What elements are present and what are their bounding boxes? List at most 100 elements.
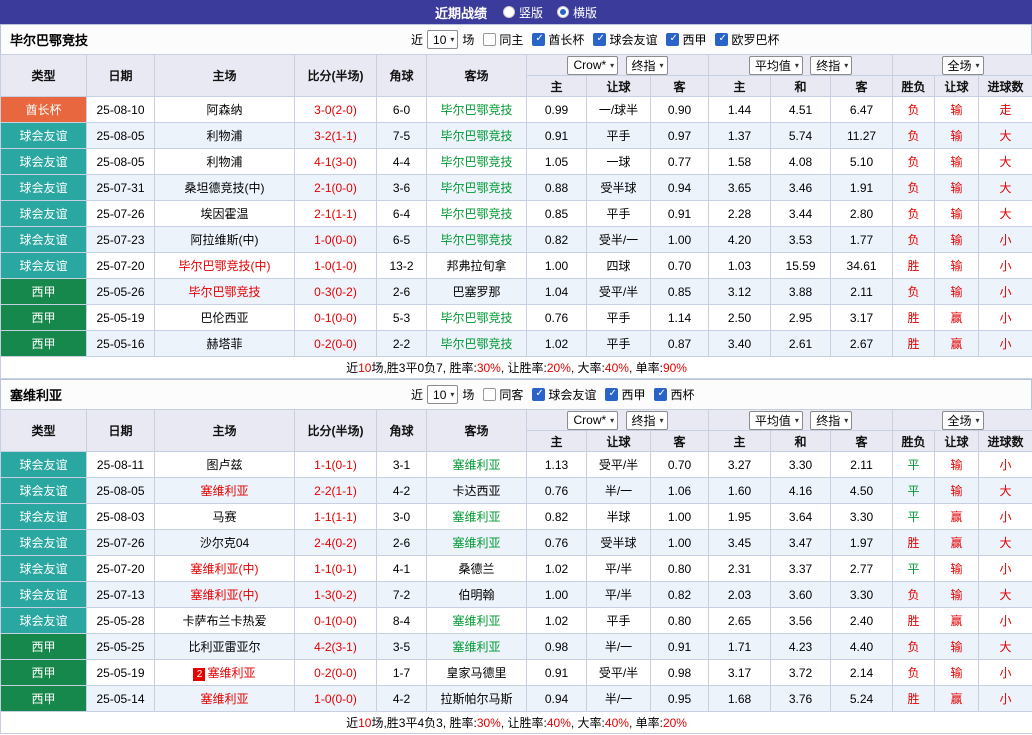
filter-checkbox[interactable]: 西杯 xyxy=(654,386,694,403)
home-team-cell: 阿拉维斯(中) xyxy=(155,227,295,253)
avg-draw-cell: 5.74 xyxy=(771,123,831,149)
odds-company-select[interactable]: Crow*▾ xyxy=(567,411,618,430)
away-team[interactable]: 桑德兰 xyxy=(458,562,494,576)
checkbox-icon xyxy=(483,388,496,401)
avg-period-select[interactable]: 终指▾ xyxy=(810,56,852,75)
avg-type-select[interactable]: 平均值▾ xyxy=(749,411,803,430)
avg-type-select[interactable]: 平均值▾ xyxy=(749,56,803,75)
filter-checkbox-label: 西甲 xyxy=(682,31,706,48)
away-team[interactable]: 毕尔巴鄂竞技 xyxy=(440,129,512,143)
filter-checkbox[interactable]: 同客 xyxy=(483,386,523,403)
result-handicap-cell: 输 xyxy=(935,660,979,686)
away-team[interactable]: 毕尔巴鄂竞技 xyxy=(440,103,512,117)
away-team-cell: 塞维利亚 xyxy=(427,634,527,660)
away-team[interactable]: 毕尔巴鄂竞技 xyxy=(440,311,512,325)
away-team[interactable]: 毕尔巴鄂竞技 xyxy=(440,233,512,247)
filter-checkbox[interactable]: 球会友谊 xyxy=(532,386,596,403)
result-goals-cell: 大 xyxy=(979,175,1032,201)
match-count-select[interactable]: 10▾ xyxy=(427,385,458,404)
avg-away-cell: 1.97 xyxy=(831,530,893,556)
home-team[interactable]: 阿拉维斯(中) xyxy=(191,233,259,247)
home-team[interactable]: 赫塔菲 xyxy=(206,337,242,351)
home-team[interactable]: 桑坦德竞技(中) xyxy=(185,181,265,195)
layout-radio[interactable]: 竖版 xyxy=(503,4,543,21)
filter-checkbox[interactable]: 西甲 xyxy=(666,31,706,48)
type-badge: 球会友谊 xyxy=(1,530,87,556)
result-handicap-cell: 输 xyxy=(935,123,979,149)
layout-radio[interactable]: 横版 xyxy=(557,4,597,21)
odds-company-select[interactable]: Crow*▾ xyxy=(567,56,618,75)
col-home: 主场 xyxy=(155,55,295,97)
match-row: 球会友谊25-07-20毕尔巴鄂竞技(中)1-0(1-0)13-2邦弗拉旬拿1.… xyxy=(1,253,1032,279)
away-team[interactable]: 拉斯帕尔马斯 xyxy=(440,692,512,706)
match-row: 西甲25-05-14塞维利亚1-0(0-0)4-2拉斯帕尔马斯0.94半/一0.… xyxy=(1,686,1032,712)
corner-cell: 2-2 xyxy=(377,331,427,357)
home-team[interactable]: 塞维利亚(中) xyxy=(191,562,259,576)
home-team[interactable]: 利物浦 xyxy=(206,129,242,143)
match-row: 球会友谊25-08-03马赛1-1(1-1)3-0塞维利亚0.82半球1.001… xyxy=(1,504,1032,530)
away-team[interactable]: 毕尔巴鄂竞技 xyxy=(440,207,512,221)
result-goals-cell: 小 xyxy=(979,331,1032,357)
scope-select[interactable]: 全场▾ xyxy=(942,56,984,75)
home-team[interactable]: 毕尔巴鄂竞技 xyxy=(188,285,260,299)
home-team[interactable]: 利物浦 xyxy=(206,155,242,169)
filter-checkbox[interactable]: 西甲 xyxy=(605,386,645,403)
scope-select[interactable]: 全场▾ xyxy=(942,411,984,430)
odds-company-value: Crow* xyxy=(573,413,606,427)
away-team[interactable]: 塞维利亚 xyxy=(452,614,500,628)
filter-checkbox[interactable]: 球会友谊 xyxy=(593,31,657,48)
home-team[interactable]: 塞维利亚(中) xyxy=(191,588,259,602)
odds-home-cell: 1.05 xyxy=(527,149,587,175)
col-avg-away: 客 xyxy=(831,76,893,97)
radio-icon xyxy=(503,6,515,18)
away-team[interactable]: 巴塞罗那 xyxy=(452,285,500,299)
odds-period-select[interactable]: 终指▾ xyxy=(626,411,668,430)
avg-draw-cell: 3.47 xyxy=(771,530,831,556)
avg-home-cell: 1.37 xyxy=(709,123,771,149)
date-cell: 25-07-23 xyxy=(87,227,155,253)
home-team[interactable]: 埃因霍温 xyxy=(200,207,248,221)
away-team[interactable]: 塞维利亚 xyxy=(452,458,500,472)
away-team[interactable]: 邦弗拉旬拿 xyxy=(446,259,506,273)
home-team[interactable]: 巴伦西亚 xyxy=(200,311,248,325)
home-team[interactable]: 沙尔克04 xyxy=(200,536,249,550)
chevron-down-icon: ▾ xyxy=(450,35,454,44)
result-handicap-cell: 输 xyxy=(935,556,979,582)
away-team[interactable]: 塞维利亚 xyxy=(452,640,500,654)
home-team[interactable]: 马赛 xyxy=(212,510,236,524)
chevron-down-icon: ▾ xyxy=(844,61,848,70)
panel-title-row: 塞维利亚 近10▾场同客球会友谊西甲西杯 xyxy=(0,379,1032,409)
away-team[interactable]: 塞维利亚 xyxy=(452,510,500,524)
score-cell: 0-1(0-0) xyxy=(295,305,377,331)
avg-away-cell: 2.11 xyxy=(831,452,893,478)
home-team[interactable]: 比利亚雷亚尔 xyxy=(188,640,260,654)
away-team[interactable]: 毕尔巴鄂竞技 xyxy=(440,337,512,351)
filter-checkbox[interactable]: 酋长杯 xyxy=(532,31,584,48)
odds-handicap-cell: 受半/一 xyxy=(587,227,651,253)
home-team[interactable]: 毕尔巴鄂竞技(中) xyxy=(179,259,271,273)
result-goals-cell: 大 xyxy=(979,634,1032,660)
filter-checkbox[interactable]: 同主 xyxy=(483,31,523,48)
odds-period-select[interactable]: 终指▾ xyxy=(626,56,668,75)
filter-checkbox[interactable]: 欧罗巴杯 xyxy=(715,31,779,48)
away-team[interactable]: 毕尔巴鄂竞技 xyxy=(440,181,512,195)
odds-away-cell: 0.98 xyxy=(651,660,709,686)
away-team[interactable]: 塞维利亚 xyxy=(452,536,500,550)
home-team[interactable]: 阿森纳 xyxy=(206,103,242,117)
away-team[interactable]: 毕尔巴鄂竞技 xyxy=(440,155,512,169)
home-team[interactable]: 塞维利亚 xyxy=(207,666,255,680)
corner-cell: 3-6 xyxy=(377,175,427,201)
match-count-select[interactable]: 10▾ xyxy=(427,30,458,49)
corner-cell: 6-0 xyxy=(377,97,427,123)
home-team-cell: 桑坦德竞技(中) xyxy=(155,175,295,201)
home-team[interactable]: 图卢兹 xyxy=(206,458,242,472)
away-team[interactable]: 皇家马德里 xyxy=(446,666,506,680)
home-team[interactable]: 塞维利亚 xyxy=(200,692,248,706)
home-team[interactable]: 塞维利亚 xyxy=(200,484,248,498)
away-team[interactable]: 卡达西亚 xyxy=(452,484,500,498)
col-corner: 角球 xyxy=(377,410,427,452)
away-team[interactable]: 伯明翰 xyxy=(458,588,494,602)
avg-period-select[interactable]: 终指▾ xyxy=(810,411,852,430)
home-team[interactable]: 卡萨布兰卡热爱 xyxy=(182,614,266,628)
match-row: 球会友谊25-07-26沙尔克042-4(0-2)2-6塞维利亚0.76受半球1… xyxy=(1,530,1032,556)
